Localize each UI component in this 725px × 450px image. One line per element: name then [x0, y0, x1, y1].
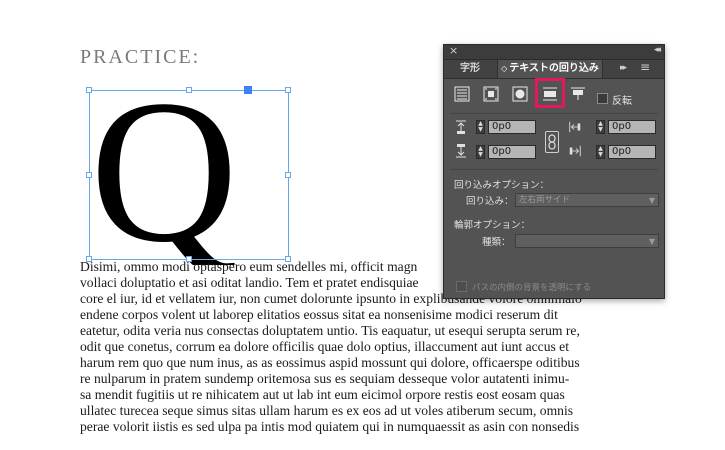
contour-options-heading: 輪郭オプション： — [454, 220, 531, 231]
collapse-icon[interactable]: ◂◂ — [654, 45, 661, 55]
link-offsets-button[interactable] — [545, 131, 559, 153]
left-offset-icon — [569, 121, 581, 133]
wrap-to-value: 左右両サイド — [519, 195, 571, 205]
wrap-to-label: 回り込み： — [466, 196, 514, 207]
tab-text-wrap[interactable]: ◇ テキストの回り込み — [497, 60, 603, 78]
divider — [450, 169, 658, 170]
selected-wrap-highlight — [535, 78, 565, 108]
text-line: ullatec turecea seque simus sitas ullam … — [80, 403, 574, 418]
top-offset-icon — [456, 120, 466, 134]
include-inside-edges-checkbox[interactable] — [456, 281, 467, 292]
top-offset-field[interactable]: 0p0 — [488, 120, 536, 134]
handle-top-middle[interactable] — [186, 87, 192, 93]
panel-tabs: 字形 ◇ テキストの回り込み ▸▸ ≡ — [444, 60, 664, 79]
handle-middle-left[interactable] — [86, 172, 92, 178]
panel-titlebar[interactable]: × ◂◂ — [444, 44, 664, 60]
handle-center-point[interactable] — [244, 86, 252, 94]
wrap-to-select[interactable]: 左右両サイド ▼ — [515, 193, 659, 207]
chevron-down-icon: ▼ — [648, 196, 655, 205]
text-line: sa mendit fugitiis ut re nihicatem aut u… — [80, 387, 565, 402]
bottom-offset-icon — [456, 144, 466, 158]
invert-checkbox[interactable] — [597, 93, 608, 104]
chevron-down-icon: ▼ — [648, 237, 655, 246]
text-line: endene corpos volent ut laborep elitatio… — [80, 307, 558, 322]
contour-type-select[interactable]: ▼ — [515, 234, 659, 248]
right-offset-field[interactable]: 0p0 — [608, 145, 656, 159]
handle-middle-right[interactable] — [285, 172, 291, 178]
divider — [450, 113, 658, 114]
text-wrap-panel: × ◂◂ 字形 ◇ テキストの回り込み ▸▸ ≡ 反転 ▲ ▼ 0p0 ▲ ▼ … — [443, 44, 665, 299]
text-line: odit que conetus, corrum ea dolore offic… — [80, 339, 569, 354]
text-line: perae volorit iistis es sed ulpa pa inti… — [80, 419, 580, 434]
tab-glyphs[interactable]: 字形 — [444, 60, 496, 78]
invert-label: 反転 — [612, 96, 632, 107]
right-offset-icon — [569, 145, 581, 157]
left-offset-field[interactable]: 0p0 — [608, 120, 656, 134]
type-label: 種類： — [482, 237, 511, 248]
page-heading: PRACTICE: — [80, 46, 201, 68]
chain-link-icon — [548, 134, 556, 150]
tab-text-wrap-label: テキストの回り込み — [509, 63, 599, 74]
bottom-offset-field[interactable]: 0p0 — [488, 145, 536, 159]
right-offset-stepper[interactable]: ▲ ▼ — [596, 145, 605, 159]
tab-chevron-icon: ◇ — [501, 64, 508, 73]
text-line: re nulparum in pratem sundemp oritemosa … — [80, 371, 570, 386]
no-wrap-icon[interactable] — [452, 84, 472, 104]
more-tabs-icon[interactable]: ▸▸ — [620, 63, 627, 73]
close-icon[interactable]: × — [449, 44, 458, 57]
bottom-offset-stepper[interactable]: ▲ ▼ — [476, 145, 485, 159]
handle-top-left[interactable] — [86, 87, 92, 93]
selection-frame[interactable] — [86, 86, 291, 262]
wrap-options-heading: 回り込みオプション： — [454, 180, 550, 191]
wrap-object-shape-icon[interactable] — [510, 84, 530, 104]
panel-menu-icon[interactable]: ≡ — [640, 60, 650, 74]
handle-top-right[interactable] — [285, 87, 291, 93]
text-line: eatetur, odita veria nus consectas dolup… — [80, 323, 580, 338]
include-inside-edges-label: パスの内側の背景を透明にする — [472, 283, 592, 293]
top-offset-stepper[interactable]: ▲ ▼ — [476, 120, 485, 134]
text-line: harum rem quo que num inus, as as eossim… — [80, 355, 580, 370]
jump-to-next-column-icon[interactable] — [568, 84, 588, 104]
wrap-bounding-box-icon[interactable] — [481, 84, 501, 104]
left-offset-stepper[interactable]: ▲ ▼ — [596, 120, 605, 134]
